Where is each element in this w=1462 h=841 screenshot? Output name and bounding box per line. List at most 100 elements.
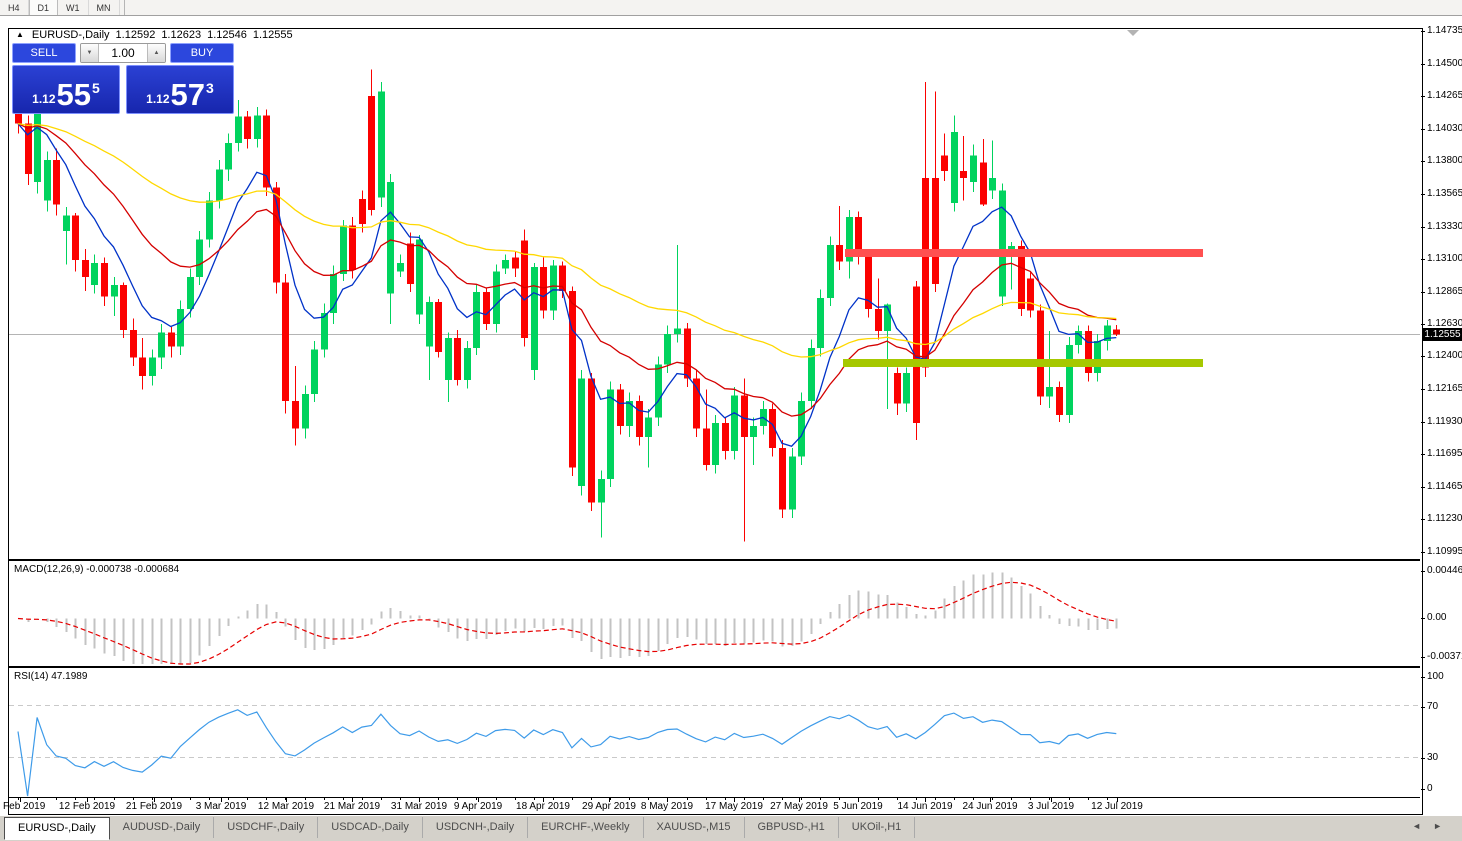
price-tick: [1421, 64, 1425, 65]
symbol-tab-audusd-daily[interactable]: AUDUSD-,Daily: [110, 817, 215, 838]
date-minor-tick: [1107, 798, 1108, 800]
symbol-tab-usdcad-daily[interactable]: USDCAD-,Daily: [318, 817, 423, 838]
price-scale-label: 1.12865: [1427, 286, 1462, 297]
buy-price-big: 57: [171, 80, 205, 110]
date-axis-label: 31 Mar 2019: [391, 801, 447, 812]
date-minor-tick: [725, 798, 726, 800]
one-click-trading-panel: SELL ▼ ▲ BUY 1.12 55 5 1.12 57 3: [12, 43, 234, 114]
date-minor-tick: [954, 798, 955, 800]
rsi-tick: [1421, 789, 1425, 790]
date-minor-tick: [324, 798, 325, 800]
price-scale-label: 1.11465: [1427, 481, 1462, 492]
symbol-tab-eurchf-weekly[interactable]: EURCHF-,Weekly: [528, 817, 643, 838]
date-minor-tick: [362, 798, 363, 800]
rsi-tick: [1421, 758, 1425, 759]
price-tick: [1421, 227, 1425, 228]
date-minor-tick: [228, 798, 229, 800]
price-scale-label: 1.13565: [1427, 188, 1462, 199]
mt4-terminal: H4D1W1MN ▲ EURUSD-,Daily 1.12592 1.12623…: [0, 0, 1462, 841]
date-minor-tick: [496, 798, 497, 800]
chart-shift-marker-icon[interactable]: [1127, 30, 1139, 36]
rsi-line: [18, 710, 1116, 796]
date-minor-tick: [18, 798, 19, 800]
date-minor-tick: [878, 798, 879, 800]
date-axis-label: 18 Apr 2019: [516, 801, 570, 812]
buy-price-box[interactable]: 1.12 57 3: [126, 65, 234, 114]
tab-scroll-arrows: ◄►: [1412, 821, 1454, 831]
price-tick: [1421, 552, 1425, 553]
date-axis-label: 14 Jun 2019: [897, 801, 952, 812]
symbol-tab-ukoil-h1[interactable]: UKOil-,H1: [839, 817, 916, 838]
date-minor-tick: [381, 798, 382, 800]
tab-scroll-right-icon[interactable]: ►: [1433, 821, 1454, 831]
macd-values: -0.000738 -0.000684: [86, 564, 179, 575]
sell-price-box[interactable]: 1.12 55 5: [12, 65, 120, 114]
sell-button[interactable]: SELL: [12, 43, 76, 63]
timeframe-button-w1[interactable]: W1: [58, 0, 89, 15]
price-scale-label: 1.12630: [1427, 318, 1462, 329]
date-minor-tick: [400, 798, 401, 800]
price-tick: [1421, 292, 1425, 293]
timeframe-toolbar: H4D1W1MN: [0, 0, 1462, 16]
price-tick: [1421, 519, 1425, 520]
date-minor-tick: [763, 798, 764, 800]
date-axis-label: 3 Jul 2019: [1028, 801, 1074, 812]
date-minor-tick: [457, 798, 458, 800]
volume-decrease-icon[interactable]: ▼: [81, 44, 99, 62]
date-minor-tick: [839, 798, 840, 800]
tab-scroll-left-icon[interactable]: ◄: [1412, 821, 1433, 831]
price-scale-label: 1.14030: [1427, 123, 1462, 134]
date-axis-label: 21 Mar 2019: [324, 801, 380, 812]
date-minor-tick: [1069, 798, 1070, 800]
chart-title: ▲ EURUSD-,Daily 1.12592 1.12623 1.12546 …: [16, 28, 293, 41]
price-tick: [1421, 356, 1425, 357]
ohlc-low: 1.12546: [207, 29, 247, 41]
rsi-label: RSI(14) 47.1989: [14, 671, 87, 682]
sell-price-big: 55: [57, 80, 91, 110]
symbol-tab-bar: EURUSD-,DailyAUDUSD-,DailyUSDCHF-,DailyU…: [0, 816, 1462, 841]
timeframe-button-mn[interactable]: MN: [89, 0, 120, 15]
symbol-tab-gbpusd-h1[interactable]: GBPUSD-,H1: [745, 817, 839, 838]
date-minor-tick: [1011, 798, 1012, 800]
date-axis-label: 5 Jun 2019: [833, 801, 883, 812]
price-tick: [1421, 259, 1425, 260]
rsi-indicator-chart[interactable]: [9, 668, 1420, 797]
date-axis-label: 27 May 2019: [770, 801, 828, 812]
timeframe-button-h4[interactable]: H4: [0, 0, 29, 15]
date-minor-tick: [687, 798, 688, 800]
date-minor-tick: [114, 798, 115, 800]
date-minor-tick: [706, 798, 707, 800]
symbol-tab-usdchf-daily[interactable]: USDCHF-,Daily: [214, 817, 318, 838]
macd-tick: [1421, 571, 1425, 572]
macd-name: MACD(12,26,9): [14, 564, 83, 575]
date-minor-tick: [171, 798, 172, 800]
macd-indicator-chart[interactable]: [9, 561, 1420, 666]
price-tick: [1421, 96, 1425, 97]
date-minor-tick: [553, 798, 554, 800]
symbol-tab-usdcnh-daily[interactable]: USDCNH-,Daily: [423, 817, 528, 838]
support-line[interactable]: [843, 359, 1203, 367]
date-minor-tick: [37, 798, 38, 800]
collapse-panel-icon[interactable]: ▲: [16, 30, 24, 39]
date-axis-label: 3 Mar 2019: [196, 801, 247, 812]
date-axis-label: 12 Jul 2019: [1091, 801, 1143, 812]
date-minor-tick: [515, 798, 516, 800]
date-minor-tick: [610, 798, 611, 800]
buy-button[interactable]: BUY: [170, 43, 234, 63]
volume-increase-icon[interactable]: ▲: [147, 44, 165, 62]
volume-input[interactable]: [99, 44, 147, 62]
symbol-tab-eurusd-daily[interactable]: EURUSD-,Daily: [4, 817, 110, 840]
timeframe-button-d1[interactable]: D1: [29, 0, 59, 15]
ohlc-close: 1.12555: [253, 29, 293, 41]
price-scale-label: 1.10995: [1427, 546, 1462, 557]
resistance-line[interactable]: [845, 249, 1203, 257]
date-minor-tick: [190, 798, 191, 800]
price-tick: [1421, 324, 1425, 325]
price-scale-label: 1.11930: [1427, 416, 1462, 427]
candlestick-series: [15, 69, 1120, 541]
price-scale-label: 1.12165: [1427, 383, 1462, 394]
chart-symbol-label: EURUSD-,Daily: [32, 29, 110, 41]
price-tick: [1421, 161, 1425, 162]
date-minor-tick: [133, 798, 134, 800]
symbol-tab-xauusd-m15[interactable]: XAUUSD-,M15: [644, 817, 745, 838]
